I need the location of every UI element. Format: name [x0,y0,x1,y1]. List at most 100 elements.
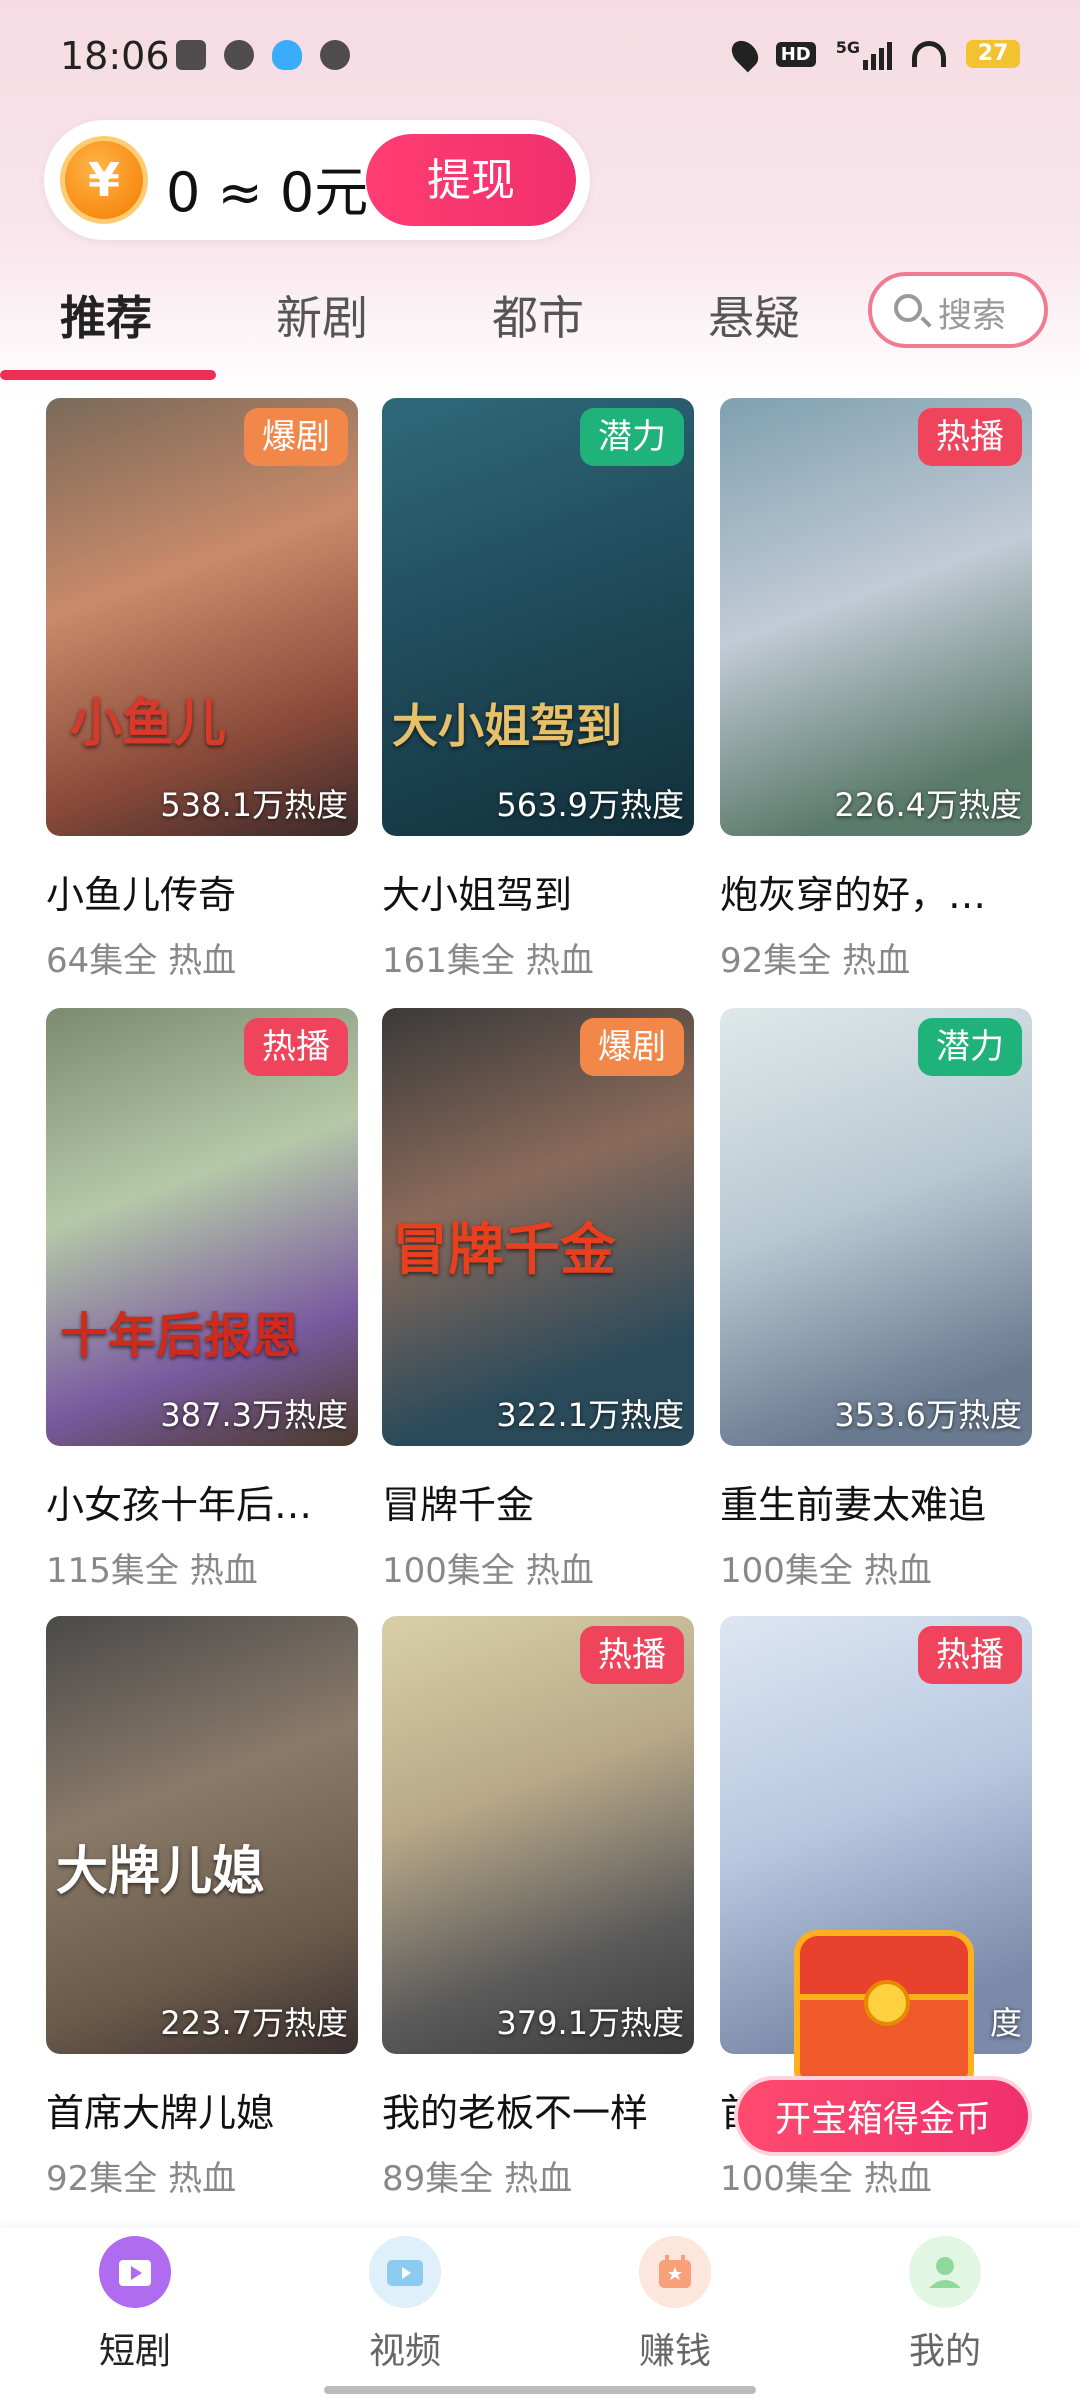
clapperboard-icon [99,2236,171,2308]
drama-poster[interactable]: 热播 226.4万热度 [720,398,1032,836]
browser-notification-icon [224,40,254,70]
drama-badge: 热播 [918,1626,1022,1684]
coin-balance-panel: ¥ 0 ≈ 0元 提现 [44,120,590,240]
episode-count: 89集全 [382,2159,494,2199]
drama-genre: 热血 [504,2159,573,2199]
poster-title-art: 十年后报恩 [60,1308,301,1364]
drama-poster[interactable]: 大牌儿媳 223.7万热度 [46,1616,358,2054]
status-time: 18:06 [60,34,170,78]
drama-genre: 热血 [525,1551,594,1591]
heat-count: 379.1万热度 [496,2004,684,2042]
notification-icons [176,40,350,70]
heat-count: 223.7万热度 [160,2004,348,2042]
drama-card[interactable]: 冒牌千金 爆剧 322.1万热度 冒牌千金 100集全 热血 [382,1008,694,1592]
drama-title[interactable]: 我的老板不一样 [382,2082,694,2137]
tab-new-drama[interactable]: 新剧 [276,282,368,348]
drama-title[interactable]: 炮灰穿的好，… [720,864,1032,919]
nav-label: 短剧 [98,2331,171,2372]
user-icon [909,2236,981,2308]
drama-poster[interactable]: 冒牌千金 爆剧 322.1万热度 [382,1008,694,1446]
drama-poster[interactable]: 十年后报恩 热播 387.3万热度 [46,1008,358,1446]
drama-poster[interactable]: 潜力 353.6万热度 [720,1008,1032,1446]
nav-label: 赚钱 [638,2331,711,2372]
search-icon [894,294,922,322]
nav-label: 视频 [368,2331,441,2372]
drama-poster[interactable]: 小鱼儿 爆剧 538.1万热度 [46,398,358,836]
drama-meta: 92集全 热血 [46,2151,358,2200]
open-chest-button[interactable]: 开宝箱得金币 [734,2076,1032,2156]
drama-meta: 64集全 热血 [46,933,358,982]
search-label: 搜索 [938,296,1006,336]
wechat-notification-icon [320,40,350,70]
coin-icon: ¥ [60,136,148,224]
drama-meta: 89集全 热血 [382,2151,694,2200]
drama-card[interactable]: 大小姐驾到 潜力 563.9万热度 大小姐驾到 161集全 热血 [382,398,694,982]
drama-badge: 爆剧 [244,408,348,466]
episode-count: 115集全 [46,1551,179,1591]
heat-count: 226.4万热度 [834,786,1022,824]
wifi-icon [912,41,946,67]
drama-title[interactable]: 首席大牌儿媳 [46,2082,358,2137]
drama-meta: 92集全 热血 [720,933,1032,982]
poster-title-art: 小鱼儿 [70,694,227,754]
drama-badge: 热播 [580,1626,684,1684]
drama-badge: 热播 [244,1018,348,1076]
drama-badge: 潜力 [580,408,684,466]
status-bar: 18:06 HD 5G 27 [0,0,1080,120]
nav-item-earn[interactable]: 赚钱 [600,2236,750,2374]
episode-count: 92集全 [46,2159,158,2199]
drama-card[interactable]: 小鱼儿 爆剧 538.1万热度 小鱼儿传奇 64集全 热血 [46,398,358,982]
battery-icon: 27 [966,40,1020,68]
drama-card[interactable]: 热播 226.4万热度 炮灰穿的好，… 92集全 热血 [720,398,1032,982]
poster-title-art: 大牌儿媳 [56,1842,265,1902]
episode-count: 92集全 [720,941,832,981]
heat-count: 度 [989,2004,1022,2042]
drama-meta: 161集全 热血 [382,933,694,982]
home-indicator[interactable] [324,2386,756,2394]
bottom-navigation: 短剧 视频 赚钱 我的 [0,2228,1080,2400]
drama-title[interactable]: 小鱼儿传奇 [46,864,358,919]
coin-balance: 0 ≈ 0元 [166,161,369,224]
drama-title[interactable]: 小女孩十年后… [46,1474,358,1529]
nav-item-short-drama[interactable]: 短剧 [60,2236,210,2374]
drama-genre: 热血 [525,941,594,981]
drama-genre: 热血 [842,941,911,981]
nav-item-video[interactable]: 视频 [330,2236,480,2374]
drama-poster[interactable]: 热播 379.1万热度 [382,1616,694,2054]
episode-count: 100集全 [720,2159,853,2199]
tab-suspense[interactable]: 悬疑 [708,282,800,348]
tab-urban[interactable]: 都市 [492,282,584,348]
drama-poster[interactable]: 大小姐驾到 潜力 563.9万热度 [382,398,694,836]
drama-card[interactable]: 潜力 353.6万热度 重生前妻太难追 100集全 热血 [720,1008,1032,1592]
heat-count: 387.3万热度 [160,1396,348,1434]
drama-title[interactable]: 冒牌千金 [382,1474,694,1529]
calendar-gift-icon [639,2236,711,2308]
episode-count: 100集全 [720,1551,853,1591]
drama-title[interactable]: 大小姐驾到 [382,864,694,919]
drama-card[interactable]: 热播 379.1万热度 我的老板不一样 89集全 热血 [382,1616,694,2200]
drama-card[interactable]: 十年后报恩 热播 387.3万热度 小女孩十年后… 115集全 热血 [46,1008,358,1592]
chest-lock [864,1980,910,2026]
drama-meta: 100集全 热血 [720,1543,1032,1592]
nav-item-profile[interactable]: 我的 [870,2236,1020,2374]
heat-count: 538.1万热度 [160,786,348,824]
system-icons: HD 5G 27 [726,35,1020,73]
drama-meta: 100集全 热血 [382,1543,694,1592]
poster-title-art: 冒牌千金 [392,1218,616,1283]
tab-recommend[interactable]: 推荐 [60,282,152,348]
category-tabs: 推荐 新剧 都市 悬疑 搜索 [0,262,1080,382]
withdraw-button[interactable]: 提现 [366,134,576,226]
drama-genre: 热血 [863,2159,932,2199]
search-button[interactable]: 搜索 [868,272,1048,348]
drama-genre: 热血 [863,1551,932,1591]
episode-count: 161集全 [382,941,515,981]
drama-card[interactable]: 大牌儿媳 223.7万热度 首席大牌儿媳 92集全 热血 [46,1616,358,2200]
treasure-chest-icon[interactable] [784,1930,984,2090]
location-icon [726,35,764,73]
tv-icon [369,2236,441,2308]
drama-badge: 爆剧 [580,1018,684,1076]
drama-genre: 热血 [189,1551,258,1591]
drama-title[interactable]: 重生前妻太难追 [720,1474,1032,1529]
episode-count: 64集全 [46,941,158,981]
drama-meta: 115集全 热血 [46,1543,358,1592]
